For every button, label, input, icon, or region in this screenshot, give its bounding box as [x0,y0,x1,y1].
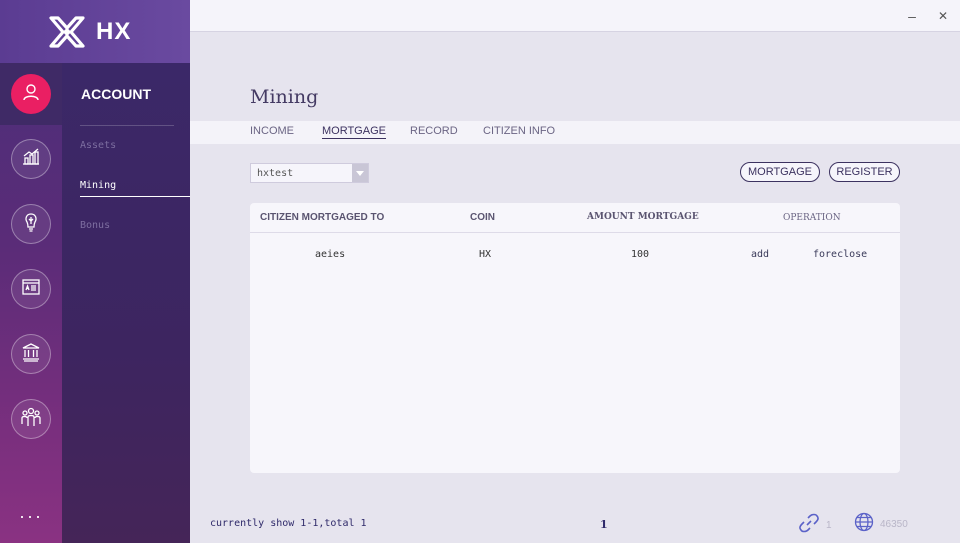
chevron-down-icon[interactable] [352,164,368,182]
account-select-value: hxtest [257,167,294,179]
foreclose-link[interactable]: foreclose [813,249,867,260]
id-card-nav-button[interactable] [11,269,51,309]
account-select[interactable]: hxtest [250,163,369,183]
register-button[interactable]: REGISTER [829,162,900,182]
mining-tabs: INCOME MORTGAGE RECORD CITIZEN INFO [190,121,960,144]
page-title: Mining [250,86,319,108]
community-nav-button[interactable] [11,399,51,439]
card-icon [20,276,42,303]
cell-citizen: aeies [315,249,346,260]
header-coin: COIN [470,212,495,223]
cell-amount: 100 [631,249,650,260]
pagination-summary: currently show 1-1,total 1 [210,518,367,529]
chart-nav-button[interactable] [11,139,51,179]
logo-text: HX [96,17,132,45]
sidebar-item-mining[interactable]: Mining [80,180,116,191]
submenu-title: ACCOUNT [81,86,151,102]
header-amount: AMOUNT MORTGAGE [587,212,699,222]
header-citizen: CITIZEN MORTGAGED TO [260,212,385,223]
close-button[interactable]: ✕ [935,8,951,24]
window-titlebar: – ✕ [190,0,960,32]
people-icon [19,406,43,433]
bank-nav-button[interactable] [11,334,51,374]
cell-coin: HX [479,249,492,260]
logo-bar: HX [0,0,190,63]
tab-mortgage[interactable]: MORTGAGE [322,125,386,139]
add-link[interactable]: add [751,249,769,260]
sidebar-active-underline [80,196,190,197]
network-status: 46350 [854,512,908,537]
connections-status: 1 [798,512,832,539]
bank-icon [20,341,42,368]
mortgage-table: CITIZEN MORTGAGED TO COIN AMOUNT MORTGAG… [250,203,900,473]
more-menu-button[interactable]: ··· [0,506,62,527]
mortgage-button[interactable]: MORTGAGE [740,162,820,182]
globe-icon [854,512,874,537]
tab-income[interactable]: INCOME [250,125,294,137]
tab-citizen-info[interactable]: CITIZEN INFO [483,125,555,137]
hx-logo-icon [48,14,86,50]
account-nav-button[interactable] [11,74,51,114]
link-icon [798,512,820,539]
table-header: CITIZEN MORTGAGED TO COIN AMOUNT MORTGAG… [250,203,900,233]
block-height: 46350 [880,519,908,530]
tab-record[interactable]: RECORD [410,125,458,137]
account-submenu: ACCOUNT Assets Mining Bonus [62,63,190,543]
minimize-button[interactable]: – [904,8,920,24]
bulb-icon [20,211,42,238]
header-operation: OPERATION [783,213,841,223]
sidebar-item-bonus[interactable]: Bonus [80,220,110,231]
connections-count: 1 [826,520,832,531]
chart-icon [20,146,42,173]
submenu-divider [80,125,174,126]
sidebar-item-assets[interactable]: Assets [80,140,116,151]
user-icon [21,82,41,107]
page-number[interactable]: 1 [600,518,608,531]
ideas-nav-button[interactable] [11,204,51,244]
